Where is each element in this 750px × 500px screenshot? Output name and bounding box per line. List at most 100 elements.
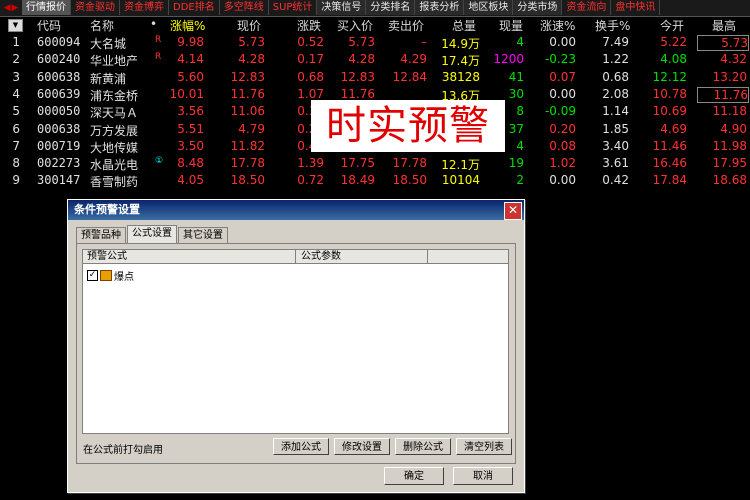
cell-chg_pct: 8.48 xyxy=(177,156,204,171)
cell-vol: 10104 xyxy=(441,173,480,188)
cell-cur: 19 xyxy=(508,156,524,171)
cell-code: 600638 xyxy=(37,69,81,84)
col-change[interactable]: 涨跌 xyxy=(297,17,321,34)
tab-11[interactable]: 资金流向 xyxy=(562,0,612,15)
enable-checkbox[interactable]: ✓ xyxy=(87,270,98,281)
cell-turnover: 0.42 xyxy=(602,173,629,188)
cell-price: 5.73 xyxy=(238,35,265,49)
close-icon[interactable]: ✕ xyxy=(504,202,522,220)
clear-list-button[interactable]: 清空列表 xyxy=(456,438,512,455)
tab-12[interactable]: 盘中快讯 xyxy=(611,0,661,15)
cell-name: 大名城 xyxy=(90,37,127,51)
cell-vol: 14.9万 xyxy=(441,37,480,51)
tab-4[interactable]: 多空阵线 xyxy=(220,0,269,15)
table-row[interactable]: 3 600638 新黄浦 5.60 12.83 0.68 12.83 12.84 38128 41… xyxy=(0,70,750,87)
tab-5[interactable]: SUP统计 xyxy=(269,0,318,15)
cell-chg_pct: 3.50 xyxy=(177,138,204,153)
cell-speed: 0.00 xyxy=(549,173,576,188)
col-volume[interactable]: 总量 xyxy=(452,17,476,34)
col-speed[interactable]: 涨速% xyxy=(540,17,575,34)
cell-turnover: 1.85 xyxy=(602,121,629,136)
col-dot: • xyxy=(150,17,158,31)
cell-vol: 12.1万 xyxy=(441,158,480,173)
cell-open: 4.69 xyxy=(660,121,687,136)
col-name[interactable]: 名称 xyxy=(90,17,114,34)
col-open[interactable]: 今开 xyxy=(660,17,684,34)
header-divider[interactable] xyxy=(427,250,428,263)
tab-3[interactable]: DDE排名 xyxy=(169,0,220,15)
cell-turnover: 2.08 xyxy=(602,86,629,101)
cell-speed: 0.08 xyxy=(549,138,576,153)
tab-alert-symbols[interactable]: 预警品种 xyxy=(76,227,126,243)
cell-ask: 4.29 xyxy=(400,52,427,67)
cell-speed: -0.23 xyxy=(544,52,576,67)
tab-other-settings[interactable]: 其它设置 xyxy=(178,227,228,243)
table-row[interactable]: 2 600240 华业地产 R 4.14 4.28 0.17 4.28 4.29 17.4万 120… xyxy=(0,52,750,69)
cell-high: 13.20 xyxy=(712,69,747,84)
cell-idx: 5 xyxy=(12,104,20,119)
cell-name: 华业地产 xyxy=(90,54,139,69)
add-formula-button[interactable]: 添加公式 xyxy=(273,438,329,455)
cell-high: 5.73 xyxy=(697,35,749,51)
header-divider[interactable] xyxy=(295,250,296,263)
list-item[interactable]: ✓ 爆点 xyxy=(87,268,134,283)
cell-idx: 9 xyxy=(12,173,20,188)
arrow-right-icon[interactable]: ▶ xyxy=(12,3,19,13)
delete-formula-button[interactable]: 删除公式 xyxy=(395,438,451,455)
realtime-alert-banner: 时实预警 xyxy=(311,100,505,152)
col-high[interactable]: 最高 xyxy=(712,17,736,34)
tab-9[interactable]: 地区板块 xyxy=(464,0,514,15)
cell-price: 4.79 xyxy=(238,121,265,136)
tab-8[interactable]: 报表分析 xyxy=(415,0,465,15)
cell-open: 11.46 xyxy=(652,138,687,153)
tab-0[interactable]: 行情报价 xyxy=(22,0,71,15)
cell-chg_pct: 4.14 xyxy=(177,52,204,67)
col-turnover[interactable]: 换手% xyxy=(595,17,630,34)
cell-high: 11.98 xyxy=(712,138,747,153)
col-bid[interactable]: 买入价 xyxy=(337,17,373,34)
cancel-button[interactable]: 取消 xyxy=(453,467,513,485)
header-params[interactable]: 公式参数 xyxy=(301,250,341,263)
cell-speed: 0.07 xyxy=(549,69,576,84)
dialog-titlebar[interactable]: 条件预警设置 ✕ xyxy=(68,200,524,220)
cell-cur: 4 xyxy=(516,35,524,49)
table-row[interactable]: 8 002273 水晶光电 ① 8.48 17.78 1.39 17.75 17.78 12.1万… xyxy=(0,156,750,173)
col-code[interactable]: 代码 xyxy=(37,17,61,34)
cell-price: 18.50 xyxy=(230,173,265,188)
col-current-vol[interactable]: 现量 xyxy=(499,17,523,34)
cell-bid: 5.73 xyxy=(348,35,375,49)
cell-high: 11.18 xyxy=(712,104,747,119)
formula-icon xyxy=(100,270,112,281)
arrow-left-icon[interactable]: ◀ xyxy=(4,3,11,13)
tab-1[interactable]: 资金驱动 xyxy=(71,0,120,15)
col-ask[interactable]: 卖出价 xyxy=(388,17,424,34)
cell-name: 浦东金桥 xyxy=(90,88,139,103)
ok-button[interactable]: 确定 xyxy=(384,467,444,485)
table-row[interactable]: 1 600094 大名城 R 9.98 5.73 0.52 5.73–14.9万 4 0.00 7.… xyxy=(0,35,750,52)
cell-open: 10.69 xyxy=(652,104,687,119)
cell-idx: 3 xyxy=(12,69,20,84)
tab-2[interactable]: 资金博弈 xyxy=(120,0,169,15)
tab-7[interactable]: 分类排名 xyxy=(366,0,416,15)
tab-10[interactable]: 分类市场 xyxy=(513,0,563,15)
tab-scroll-arrows[interactable]: ◀ ▶ xyxy=(0,0,22,16)
cell-open: 16.46 xyxy=(652,156,687,171)
cell-name: 香雪制药 xyxy=(90,175,139,190)
cell-open: 12.12 xyxy=(652,69,687,84)
tab-formula-settings[interactable]: 公式设置 xyxy=(127,225,177,243)
col-change-pct[interactable]: 涨幅% xyxy=(170,17,205,34)
col-price[interactable]: 现价 xyxy=(237,17,261,34)
cell-bid: 17.75 xyxy=(340,156,375,171)
cell-speed: 0.20 xyxy=(549,121,576,136)
cell-bid: 18.49 xyxy=(340,173,375,188)
cell-speed: 0.00 xyxy=(549,86,576,101)
tab-6[interactable]: 决策信号 xyxy=(317,0,367,15)
cell-turnover: 3.61 xyxy=(602,156,629,171)
edit-settings-button[interactable]: 修改设置 xyxy=(334,438,390,455)
alert-settings-dialog: 条件预警设置 ✕ 预警品种 公式设置 其它设置 预警公式 公式参数 ✓ 爆点 在… xyxy=(67,199,525,493)
header-formula[interactable]: 预警公式 xyxy=(87,250,127,263)
formula-list[interactable]: 预警公式 公式参数 ✓ 爆点 xyxy=(82,249,509,434)
cell-high: 4.90 xyxy=(720,121,747,136)
cell-open: 4.08 xyxy=(660,52,687,67)
table-row[interactable]: 9 300147 香雪制药 4.05 18.50 0.72 18.49 18.50 10104 2… xyxy=(0,173,750,190)
